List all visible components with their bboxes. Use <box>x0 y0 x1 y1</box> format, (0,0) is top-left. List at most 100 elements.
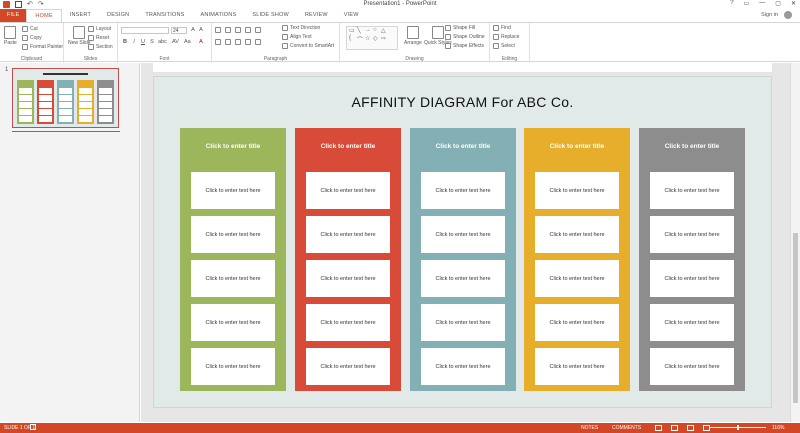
copy-button[interactable]: Copy <box>22 35 42 41</box>
numbering-icon[interactable] <box>225 27 231 33</box>
zoom-level[interactable]: 116% <box>772 425 784 431</box>
format-painter-button[interactable]: Format Painter <box>22 44 63 50</box>
comments-button[interactable]: COMMENTS <box>612 425 641 431</box>
layout-button[interactable]: Layout <box>88 26 111 32</box>
shadow-button[interactable]: S <box>149 39 155 45</box>
zoom-slider-handle[interactable] <box>737 425 739 430</box>
cut-button[interactable]: Cut <box>22 26 38 32</box>
justify-icon[interactable] <box>245 39 251 45</box>
smartart-button[interactable]: Convert to SmartArt <box>282 43 334 49</box>
tab-review[interactable]: REVIEW <box>297 9 336 22</box>
italic-button[interactable]: I <box>131 39 137 45</box>
card[interactable]: Click to enter text here <box>191 304 275 341</box>
card[interactable]: Click to enter text here <box>650 172 734 209</box>
shape-diamond-icon[interactable]: ◇ <box>373 35 378 42</box>
card[interactable]: Click to enter text here <box>421 260 505 297</box>
column-title[interactable]: Click to enter title <box>410 143 516 150</box>
card[interactable]: Click to enter text here <box>191 348 275 385</box>
column-title[interactable]: Click to enter title <box>524 143 630 150</box>
font-color-icon[interactable]: A <box>198 39 204 45</box>
column-title[interactable]: Click to enter title <box>295 143 401 150</box>
slide-title[interactable]: AFFINITY DIAGRAM For ABC Co. <box>154 94 771 110</box>
ribbon-display-button[interactable]: ▭ <box>744 0 750 7</box>
tab-animations[interactable]: ANIMATIONS <box>193 9 245 22</box>
slide-thumbnail[interactable] <box>12 68 119 128</box>
bullets-icon[interactable] <box>215 27 221 33</box>
card[interactable]: Click to enter text here <box>650 348 734 385</box>
align-right-icon[interactable] <box>235 39 241 45</box>
card[interactable]: Click to enter text here <box>535 304 619 341</box>
shape-oval-icon[interactable]: ○ <box>373 27 377 33</box>
align-text-button[interactable]: Align Text <box>282 34 312 40</box>
card[interactable]: Click to enter text here <box>421 216 505 253</box>
decrease-indent-icon[interactable] <box>235 27 241 33</box>
shrink-font-icon[interactable]: A <box>198 27 204 33</box>
paste-button[interactable]: Paste <box>4 26 17 46</box>
card[interactable]: Click to enter text here <box>191 260 275 297</box>
line-spacing-icon[interactable] <box>255 27 261 33</box>
tab-transitions[interactable]: TRANSITIONS <box>137 9 192 22</box>
normal-view-icon[interactable] <box>655 425 662 431</box>
card[interactable]: Click to enter text here <box>191 216 275 253</box>
card[interactable]: Click to enter text here <box>306 260 390 297</box>
card[interactable]: Click to enter text here <box>650 216 734 253</box>
increase-indent-icon[interactable] <box>245 27 251 33</box>
card[interactable]: Click to enter text here <box>421 304 505 341</box>
strikethrough-button[interactable]: abc <box>158 39 167 45</box>
grow-font-icon[interactable]: A <box>190 27 196 33</box>
shape-outline-button[interactable]: Shape Outline <box>445 34 485 40</box>
align-center-icon[interactable] <box>225 39 231 45</box>
tab-design[interactable]: DESIGN <box>99 9 137 22</box>
card[interactable]: Click to enter text here <box>421 172 505 209</box>
shape-brace-icon[interactable]: { <box>349 35 351 41</box>
align-left-icon[interactable] <box>215 39 221 45</box>
slide-sorter-icon[interactable] <box>671 425 678 431</box>
reset-button[interactable]: Reset <box>88 35 109 41</box>
shape-triangle-icon[interactable]: △ <box>381 27 386 34</box>
bold-button[interactable]: B <box>122 39 128 45</box>
font-name-select[interactable] <box>121 27 169 34</box>
tab-slide-show[interactable]: SLIDE SHOW <box>244 9 297 22</box>
columns-icon[interactable] <box>255 39 261 45</box>
font-size-select[interactable]: 24 <box>171 27 187 34</box>
card[interactable]: Click to enter text here <box>306 304 390 341</box>
card[interactable]: Click to enter text here <box>306 172 390 209</box>
column-title[interactable]: Click to enter title <box>180 143 286 150</box>
scrollbar-thumb[interactable] <box>793 233 798 403</box>
card[interactable]: Click to enter text here <box>535 172 619 209</box>
card[interactable]: Click to enter text here <box>306 216 390 253</box>
tab-file[interactable]: FILE <box>0 9 27 22</box>
help-button[interactable]: ? <box>730 0 733 7</box>
card[interactable]: Click to enter text here <box>535 216 619 253</box>
reading-view-icon[interactable] <box>687 425 694 431</box>
shape-line-icon[interactable]: ╲ <box>357 27 361 34</box>
notes-button[interactable]: NOTES <box>581 425 598 431</box>
shape-right-arrow-icon[interactable]: ⇨ <box>381 35 386 42</box>
slideshow-icon[interactable] <box>703 425 710 431</box>
shape-curve-icon[interactable]: ⌒ <box>357 35 363 44</box>
spacing-icon[interactable]: AV <box>172 39 179 45</box>
select-button[interactable]: Select <box>493 43 515 49</box>
avatar[interactable] <box>784 11 792 19</box>
sign-in-link[interactable]: Sign in <box>761 12 778 18</box>
change-case-icon[interactable]: Aa <box>184 39 191 45</box>
section-button[interactable]: Section <box>88 44 113 50</box>
minimize-button[interactable]: — <box>759 0 765 7</box>
close-button[interactable]: ✕ <box>791 0 796 7</box>
card[interactable]: Click to enter text here <box>650 260 734 297</box>
arrange-button[interactable]: Arrange <box>404 26 422 46</box>
maximize-button[interactable]: ▢ <box>775 0 781 7</box>
shape-arrow-icon[interactable]: → <box>365 27 371 33</box>
column-title[interactable]: Click to enter title <box>639 143 745 150</box>
find-button[interactable]: Find <box>493 25 511 31</box>
card[interactable]: Click to enter text here <box>535 260 619 297</box>
shape-rectangle-icon[interactable]: ▭ <box>349 27 355 34</box>
card[interactable]: Click to enter text here <box>535 348 619 385</box>
tab-insert[interactable]: INSERT <box>62 9 99 22</box>
tab-home[interactable]: HOME <box>26 9 62 22</box>
proofing-icon[interactable] <box>30 424 36 430</box>
card[interactable]: Click to enter text here <box>650 304 734 341</box>
replace-button[interactable]: Replace <box>493 34 519 40</box>
text-direction-button[interactable]: Text Direction <box>282 25 320 31</box>
shape-star-icon[interactable]: ☆ <box>365 35 370 42</box>
